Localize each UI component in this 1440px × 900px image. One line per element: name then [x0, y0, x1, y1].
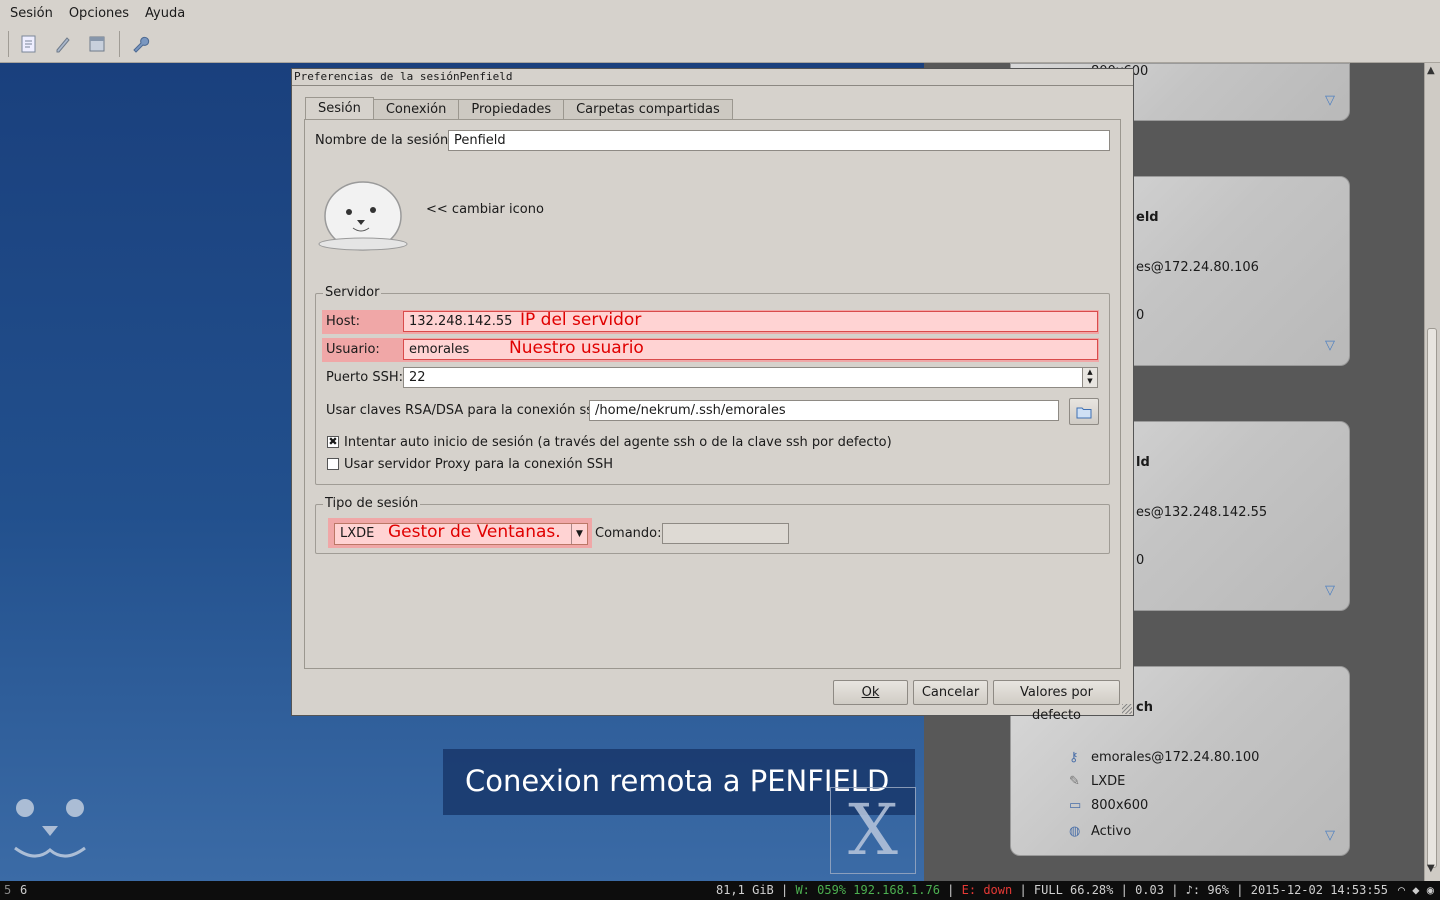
tab-bar: Sesión Conexión Propiedades Carpetas com…: [305, 97, 733, 120]
scroll-up-arrow-icon[interactable]: ▲: [1427, 65, 1435, 76]
browse-folder-button[interactable]: [1069, 398, 1099, 425]
ssh-port-label: Puerto SSH:: [326, 370, 404, 385]
host-highlight: Host: 132.248.142.55 IP del servidor: [322, 310, 1099, 334]
session-type-group: Tipo de sesión LXDE Gestor de Ventanas. …: [315, 496, 1110, 554]
server-group-title: Servidor: [323, 285, 382, 300]
battery-status: FULL 66.28%: [1033, 883, 1114, 897]
toolbar: [0, 26, 1440, 63]
toolbar-separator: [119, 31, 120, 57]
session-resolution: 0: [1136, 308, 1145, 323]
user-highlight: Usuario: emorales Nuestro usuario: [322, 338, 1099, 362]
load-status: 0.03: [1135, 883, 1164, 897]
user-annotation: Nuestro usuario: [509, 338, 644, 358]
tab-sesion[interactable]: Sesión: [305, 97, 374, 120]
workspace-6[interactable]: 6: [20, 881, 27, 900]
server-group: Servidor Host: 132.248.142.55 IP del ser…: [315, 285, 1110, 485]
x2go-logo: X: [830, 787, 916, 874]
wifi-status: W: 059% 192.168.1.76: [795, 883, 940, 897]
toolbar-grip: [8, 31, 9, 57]
ssh-port-input[interactable]: 22: [403, 367, 1083, 388]
session-name: ch: [1136, 700, 1153, 715]
user-value: emorales: [409, 342, 470, 357]
session-user: es@172.24.80.106: [1136, 260, 1259, 275]
sound-icon: ◍: [1069, 824, 1081, 839]
folder-icon: [1076, 407, 1092, 419]
tab-conexion[interactable]: Conexión: [372, 99, 460, 120]
command-input[interactable]: [662, 523, 789, 544]
session-type-value: LXDE: [340, 526, 375, 541]
datetime-status: 2015-12-02 14:53:55: [1250, 883, 1388, 897]
menu-opciones[interactable]: Opciones: [69, 6, 129, 21]
status-bar: 5 6 81,1 GiB | W: 059% 192.168.1.76 | E:…: [0, 881, 1440, 900]
chrome-tray-icon[interactable]: ◉: [1427, 883, 1434, 897]
user-input[interactable]: emorales: [403, 339, 1098, 360]
menubar: Sesión Opciones Ayuda: [0, 0, 1440, 26]
rsa-keys-input[interactable]: /home/nekrum/.ssh/emorales: [589, 400, 1059, 421]
chevron-down-icon[interactable]: ▽: [1325, 93, 1335, 108]
preferences-wrench-icon[interactable]: [126, 30, 154, 58]
proxy-checkbox[interactable]: [327, 458, 339, 470]
user-label: Usuario:: [326, 342, 380, 357]
rsa-keys-label: Usar claves RSA/DSA para la conexión ssh…: [326, 403, 606, 418]
session-type: LXDE: [1091, 774, 1126, 789]
ok-button[interactable]: Ok: [833, 680, 908, 705]
session-resolution: 0: [1136, 553, 1145, 568]
session-type-annotation: Gestor de Ventanas.: [388, 522, 561, 542]
dropbox-tray-icon[interactable]: ◆: [1412, 883, 1419, 897]
volume-status: ♪: 96%: [1185, 883, 1230, 897]
auto-login-checkbox[interactable]: ✖: [327, 436, 339, 448]
status-info: 81,1 GiB | W: 059% 192.168.1.76 | E: dow…: [715, 883, 1388, 897]
system-tray: ◠ ◆ ◉: [1398, 881, 1434, 900]
dialog-title: Preferencias de la sesiónPenfield: [292, 69, 1133, 86]
host-label: Host:: [326, 314, 360, 329]
chevron-down-icon[interactable]: ▽: [1325, 583, 1335, 598]
host-annotation: IP del servidor: [520, 310, 642, 330]
tab-propiedades[interactable]: Propiedades: [458, 99, 565, 120]
menu-sesion[interactable]: Sesión: [10, 6, 53, 21]
command-label: Comando:: [595, 526, 662, 541]
new-session-icon[interactable]: [15, 30, 43, 58]
ethernet-status: E: down: [961, 883, 1013, 897]
cancel-button[interactable]: Cancelar: [913, 680, 988, 705]
auto-login-label: Intentar auto inicio de sesión (a través…: [344, 435, 892, 450]
seal-icon: [318, 181, 408, 251]
session-user: emorales@172.24.80.100: [1091, 750, 1260, 765]
change-icon-label[interactable]: << cambiar icono: [426, 202, 544, 217]
workspace-5[interactable]: 5: [4, 881, 11, 900]
wifi-tray-icon[interactable]: ◠: [1398, 883, 1405, 897]
defaults-button[interactable]: Valores por defecto: [993, 680, 1120, 723]
tab-panel-sesion: Nombre de la sesión: Penfield << cambiar…: [304, 119, 1121, 669]
session-icon-button[interactable]: [317, 168, 409, 252]
session-preferences-dialog: Preferencias de la sesiónPenfield Sesión…: [291, 68, 1134, 723]
resolution-icon: ▭: [1069, 798, 1082, 813]
copy-session-icon[interactable]: [83, 30, 111, 58]
ssh-port-spinner[interactable]: ▲ ▼: [1082, 367, 1098, 388]
session-user: es@132.248.142.55: [1136, 505, 1268, 520]
seal-watermark-icon: [14, 799, 86, 858]
disk-status: 81,1 GiB: [715, 883, 774, 897]
session-list-scrollbar[interactable]: ▲ ▼: [1424, 63, 1440, 881]
session-type-icon: ✎: [1069, 774, 1080, 789]
scrollbar-thumb[interactable]: [1427, 328, 1437, 868]
session-name-label: Nombre de la sesión:: [315, 133, 453, 148]
resize-grip-icon[interactable]: [1122, 704, 1132, 714]
session-name-input[interactable]: Penfield: [448, 130, 1110, 151]
session-type-group-title: Tipo de sesión: [323, 496, 421, 511]
chevron-down-icon[interactable]: ▽: [1325, 828, 1335, 843]
chevron-down-icon[interactable]: ▼: [571, 524, 587, 544]
session-status: Activo: [1091, 824, 1132, 839]
scroll-down-arrow-icon[interactable]: ▼: [1427, 863, 1435, 874]
session-name: eld: [1136, 210, 1159, 225]
chevron-down-icon[interactable]: ▽: [1325, 338, 1335, 353]
tab-carpetas-compartidas[interactable]: Carpetas compartidas: [563, 99, 733, 120]
session-name: ld: [1136, 455, 1150, 470]
menu-ayuda[interactable]: Ayuda: [145, 6, 185, 21]
edit-icon[interactable]: [49, 30, 77, 58]
host-value: 132.248.142.55: [409, 314, 513, 329]
session-resolution: 800x600: [1091, 798, 1149, 813]
key-icon: ⚷: [1069, 750, 1079, 765]
host-input[interactable]: 132.248.142.55: [403, 311, 1098, 332]
proxy-label: Usar servidor Proxy para la conexión SSH: [344, 457, 613, 472]
